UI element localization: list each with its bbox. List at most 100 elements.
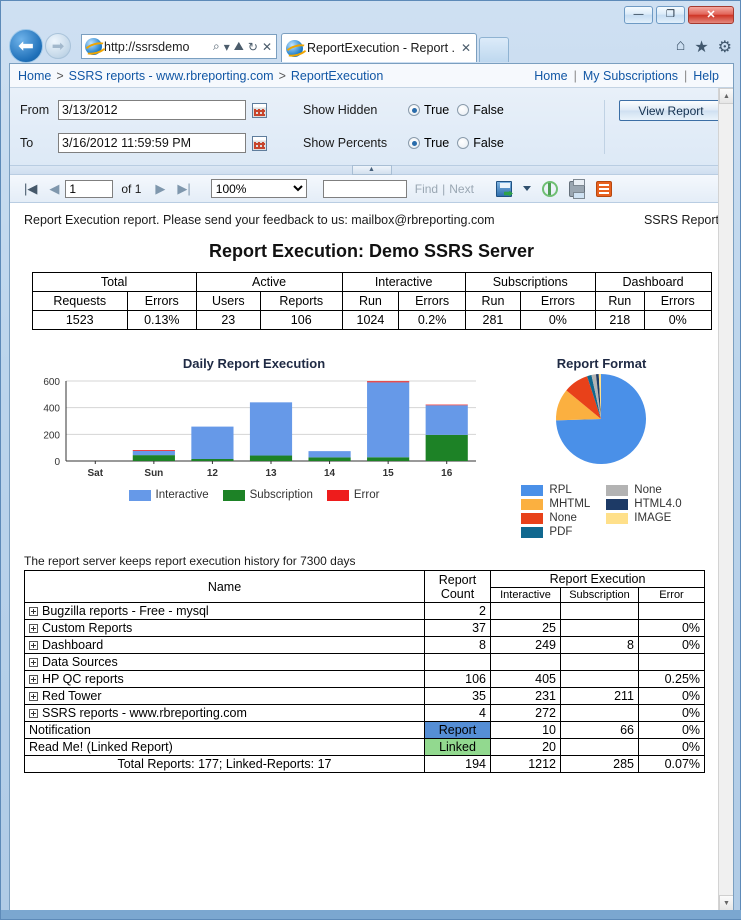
chevron-down-icon[interactable]: ▾ <box>223 40 231 54</box>
expand-plus-icon[interactable] <box>29 641 38 651</box>
legend-item-none-gray: None <box>606 484 681 496</box>
vertical-scrollbar[interactable]: ▲ ▼ <box>718 88 733 911</box>
summary-group-header-row: Total Active Interactive Subscriptions D… <box>31 272 712 292</box>
page-number-input[interactable] <box>65 179 114 198</box>
to-date-input[interactable] <box>58 133 246 153</box>
radio-selected-icon[interactable] <box>408 104 420 116</box>
find-link[interactable]: Find <box>415 182 438 196</box>
link-home[interactable]: Home <box>528 69 573 83</box>
compatibility-view-icon[interactable]: ⛰ <box>233 39 245 54</box>
new-tab-button[interactable] <box>479 37 509 62</box>
legend-item-rpl: RPL <box>521 484 590 496</box>
search-icon[interactable]: ⌕ <box>212 39 221 54</box>
data-feed-icon[interactable] <box>595 180 612 197</box>
scroll-up-button[interactable]: ▲ <box>719 88 733 104</box>
report-toolbar: |◀ ◀ of 1 ▶ ▶| 100% Find | Next <box>10 175 733 203</box>
svg-text:200: 200 <box>43 430 60 441</box>
home-icon[interactable]: ⌂ <box>676 37 686 57</box>
expand-plus-icon[interactable] <box>29 692 38 702</box>
expand-plus-icon[interactable] <box>29 658 38 668</box>
show-percents-false-option[interactable]: False <box>457 136 504 150</box>
radio-unselected-icon[interactable] <box>457 104 470 116</box>
scroll-down-button[interactable]: ▼ <box>719 895 733 911</box>
legend-swatch-interactive <box>128 489 151 501</box>
row-name-label: Dashboard <box>42 638 104 652</box>
close-button[interactable]: ✕ <box>688 6 734 24</box>
tab-favicon-icon <box>286 39 303 57</box>
breadcrumb-item-home[interactable]: Home <box>18 69 51 83</box>
back-button[interactable]: ⬅ <box>9 29 43 63</box>
row-error: 0% <box>637 636 706 654</box>
address-bar[interactable]: http://ssrsdemo ⌕ ▾ ⛰ ↻ ✕ <box>81 34 277 59</box>
radio-unselected-icon[interactable] <box>457 137 470 149</box>
calendar-icon[interactable] <box>252 102 267 118</box>
row-name-cell: Read Me! (Linked Report) <box>24 738 425 756</box>
collapse-handle-icon[interactable]: ▲ <box>351 165 392 175</box>
row-name-label: Read Me! (Linked Report) <box>29 740 173 754</box>
summary-value-subscription-run: 281 <box>464 310 522 330</box>
svg-text:16: 16 <box>441 468 453 479</box>
expand-plus-icon[interactable] <box>29 709 38 719</box>
detail-header-row-1: Name Report Count Report Execution <box>24 570 706 603</box>
first-page-icon[interactable]: |◀ <box>18 181 43 197</box>
charts-area: Daily Report Execution 0 200 400 600 Sat Sun 1… <box>24 356 719 538</box>
svg-text:13: 13 <box>265 468 277 479</box>
gear-icon[interactable]: ⚙ <box>718 37 732 57</box>
table-row: SSRS reports - www.rbreporting.com 4 272 0% <box>24 704 706 722</box>
breadcrumb-item-ssrs-reports[interactable]: SSRS reports - www.rbreporting.com <box>69 69 274 83</box>
export-icon[interactable] <box>495 180 512 197</box>
summary-value-dashboard-errors: 0% <box>643 310 712 330</box>
stop-icon[interactable]: ✕ <box>261 40 273 54</box>
tab-close-icon[interactable]: ✕ <box>460 41 472 55</box>
chevron-down-icon[interactable] <box>522 186 531 191</box>
row-name-label: HP QC reports <box>42 672 124 686</box>
calendar-icon[interactable] <box>252 135 267 151</box>
show-percents-true-option[interactable]: True <box>408 136 449 150</box>
parameters-collapse-bar[interactable]: ▲ <box>10 165 733 175</box>
last-page-icon[interactable]: ▶| <box>171 181 196 197</box>
legend-label-rpl: RPL <box>549 484 572 496</box>
row-name-cell: Notification <box>24 721 425 739</box>
print-icon[interactable] <box>568 178 585 199</box>
maximize-button[interactable]: ❐ <box>656 6 685 24</box>
legend-label-error: Error <box>353 489 380 501</box>
row-name-label: SSRS reports - www.rbreporting.com <box>42 706 247 720</box>
from-date-input[interactable] <box>58 100 246 120</box>
show-hidden-false-option[interactable]: False <box>457 103 504 117</box>
total-error: 0.07% <box>637 755 706 773</box>
total-label: Total Reports: 177; Linked-Reports: 17 <box>24 755 425 773</box>
expand-plus-icon[interactable] <box>29 675 38 685</box>
row-report-count <box>424 653 491 671</box>
breadcrumb-item-report-execution[interactable]: ReportExecution <box>291 69 383 83</box>
feedback-text: Report Execution report. Please send you… <box>24 213 495 227</box>
find-input[interactable] <box>322 179 407 198</box>
forward-button[interactable]: ➡ <box>45 33 71 59</box>
summary-col-requests: Requests <box>31 291 128 311</box>
link-my-subscriptions[interactable]: My Subscriptions <box>577 69 684 83</box>
expand-plus-icon[interactable] <box>29 607 38 617</box>
favorites-star-icon[interactable]: ★ <box>694 37 708 57</box>
legend-swatch-none-gray <box>606 484 629 496</box>
refresh-icon[interactable] <box>541 180 558 197</box>
row-error: 0% <box>637 704 706 722</box>
previous-page-icon[interactable]: ◀ <box>43 181 65 197</box>
link-help[interactable]: Help <box>687 69 725 83</box>
legend-label-image: IMAGE <box>634 512 672 524</box>
summary-col-dashboard-errors: Errors <box>643 291 712 311</box>
radio-selected-icon[interactable] <box>408 137 420 149</box>
expand-plus-icon[interactable] <box>29 624 38 634</box>
tab-strip: ReportExecution - Report ... ✕ <box>281 33 509 62</box>
minimize-button[interactable]: — <box>624 6 653 24</box>
tab-report-execution[interactable]: ReportExecution - Report ... ✕ <box>281 33 477 62</box>
view-report-button[interactable]: View Report <box>619 100 723 121</box>
refresh-icon[interactable]: ↻ <box>247 40 259 54</box>
row-interactive: 10 <box>490 721 561 739</box>
zoom-select[interactable]: 100% <box>210 179 307 198</box>
show-hidden-true-option[interactable]: True <box>408 103 449 117</box>
legend-label-interactive: Interactive <box>155 489 209 501</box>
next-page-icon[interactable]: ▶ <box>149 181 171 197</box>
report-format-chart: Report Format RPL None MHTML HTML4.0 Non… <box>484 356 719 538</box>
row-interactive <box>490 602 561 620</box>
row-name-cell: Red Tower <box>24 687 425 705</box>
next-link[interactable]: Next <box>449 182 474 196</box>
